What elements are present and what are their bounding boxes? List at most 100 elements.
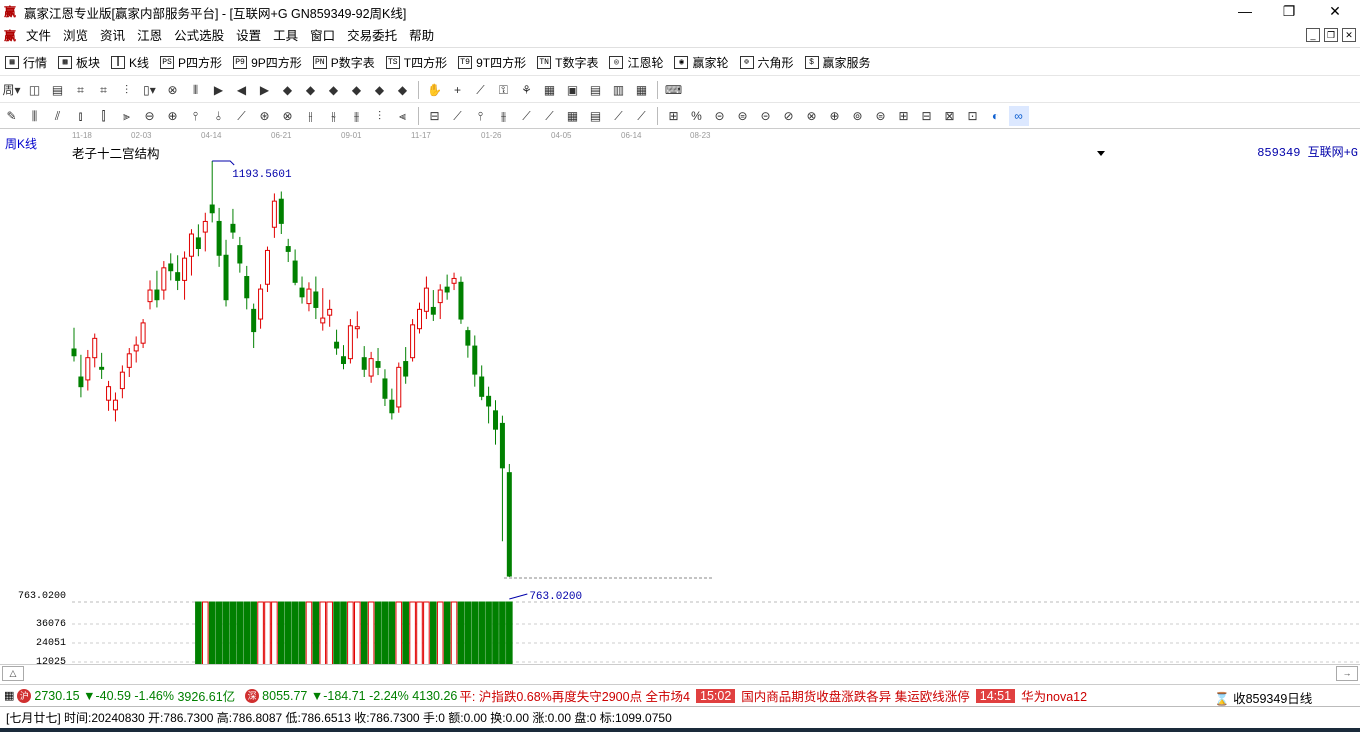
draw-tool-icon-14[interactable]: ⫳ bbox=[324, 106, 344, 126]
chart-tool-icon-13[interactable]: ◆ bbox=[301, 80, 321, 100]
draw-tool-icon-7[interactable]: ⊕ bbox=[163, 106, 183, 126]
draw-tool-icon-2[interactable]: ⫽ bbox=[48, 106, 68, 126]
draw-tool-icon-29[interactable]: % bbox=[687, 106, 707, 126]
draw-tool-icon-42[interactable]: ◐ bbox=[986, 106, 1006, 126]
chart-tool-icon-8[interactable]: ⫴ bbox=[186, 80, 206, 100]
draw-tool-icon-26[interactable]: ⟋ bbox=[609, 106, 629, 126]
chart-tool-icon-17[interactable]: ◆ bbox=[393, 80, 413, 100]
draw-tool-icon-38[interactable]: ⊞ bbox=[894, 106, 914, 126]
menu-settings[interactable]: 设置 bbox=[230, 24, 267, 48]
draw-tool-icon-18[interactable]: ⊟ bbox=[425, 106, 445, 126]
draw-tool-icon-1[interactable]: ⫼ bbox=[25, 106, 45, 126]
draw-tool-icon-24[interactable]: ▦ bbox=[563, 106, 583, 126]
toolbar-button-8[interactable]: TN T数字表 bbox=[532, 51, 604, 75]
chart-tool-icon-6[interactable]: ▯▾ bbox=[140, 80, 160, 100]
draw-tool-icon-9[interactable]: ⫰ bbox=[209, 106, 229, 126]
chart-tool-icon-20[interactable]: ⟋ bbox=[471, 80, 491, 100]
draw-tool-icon-16[interactable]: ⫶ bbox=[370, 106, 390, 126]
chart-tool-icon-5[interactable]: ⫶ bbox=[117, 80, 137, 100]
draw-tool-icon-13[interactable]: ⫲ bbox=[301, 106, 321, 126]
draw-tool-icon-40[interactable]: ⊠ bbox=[940, 106, 960, 126]
menu-tools[interactable]: 工具 bbox=[267, 24, 304, 48]
toolbar-button-4[interactable]: P9 9P四方形 bbox=[228, 51, 308, 75]
chart-tool-icon-24[interactable]: ▣ bbox=[563, 80, 583, 100]
toolbar-button-3[interactable]: PS P四方形 bbox=[155, 51, 228, 75]
minimize-button[interactable]: — bbox=[1222, 0, 1268, 24]
chart-tool-icon-10[interactable]: ◀ bbox=[232, 80, 252, 100]
menu-info[interactable]: 资讯 bbox=[94, 24, 131, 48]
mdi-restore-icon[interactable]: ❐ bbox=[1324, 28, 1338, 42]
toolbar-button-11[interactable]: ⊚ 六角形 bbox=[735, 51, 800, 75]
chart-tool-icon-16[interactable]: ◆ bbox=[370, 80, 390, 100]
chart-tool-icon-25[interactable]: ▤ bbox=[586, 80, 606, 100]
scroll-left-button[interactable]: △ bbox=[2, 666, 24, 681]
chart-tool-icon-15[interactable]: ◆ bbox=[347, 80, 367, 100]
calculator-icon[interactable]: ▦ bbox=[4, 689, 14, 702]
menu-app-icon[interactable]: 赢 bbox=[4, 27, 16, 44]
toolbar-button-0[interactable]: ▦ 行情 bbox=[0, 51, 53, 75]
kline-chart-area[interactable]: 11-18 02-03 04-14 06-21 09-01 11-17 01-26 04-05… bbox=[0, 129, 1360, 682]
menu-trade[interactable]: 交易委托 bbox=[341, 24, 403, 48]
draw-tool-icon-39[interactable]: ⊟ bbox=[917, 106, 937, 126]
draw-tool-icon-25[interactable]: ▤ bbox=[586, 106, 606, 126]
draw-tool-icon-23[interactable]: ⟋ bbox=[540, 106, 560, 126]
draw-tool-icon-11[interactable]: ⊛ bbox=[255, 106, 275, 126]
toolbar-button-6[interactable]: TS T四方形 bbox=[381, 51, 453, 75]
draw-tool-icon-35[interactable]: ⊕ bbox=[825, 106, 845, 126]
chart-tool-icon-2[interactable]: ▤ bbox=[48, 80, 68, 100]
menu-file[interactable]: 文件 bbox=[20, 24, 57, 48]
news-ticker-item[interactable]: 平: 沪指跌0.68%再度失守2900点 全市场4 bbox=[459, 686, 690, 705]
menu-browse[interactable]: 浏览 bbox=[57, 24, 94, 48]
chart-tool-icon-9[interactable]: ▶ bbox=[209, 80, 229, 100]
chart-tool-icon-1[interactable]: ◫ bbox=[25, 80, 45, 100]
toolbar-button-9[interactable]: ◎ 江恩轮 bbox=[604, 51, 669, 75]
chart-tool-icon-18[interactable]: ✋ bbox=[425, 80, 445, 100]
menu-formula[interactable]: 公式选股 bbox=[168, 24, 230, 48]
draw-tool-icon-10[interactable]: ⟋ bbox=[232, 106, 252, 126]
toolbar-button-2[interactable]: ┃ K线 bbox=[106, 51, 155, 75]
draw-tool-icon-34[interactable]: ⊗ bbox=[802, 106, 822, 126]
chart-tool-icon-0[interactable]: 周▾ bbox=[2, 80, 22, 100]
scroll-right-button[interactable]: → bbox=[1336, 666, 1358, 681]
draw-tool-icon-41[interactable]: ⊡ bbox=[963, 106, 983, 126]
maximize-button[interactable]: ❐ bbox=[1266, 0, 1312, 24]
draw-tool-icon-21[interactable]: ⫵ bbox=[494, 106, 514, 126]
draw-tool-icon-22[interactable]: ⟋ bbox=[517, 106, 537, 126]
draw-tool-icon-6[interactable]: ⊖ bbox=[140, 106, 160, 126]
draw-tool-icon-36[interactable]: ⊚ bbox=[848, 106, 868, 126]
news-ticker-item[interactable]: 华为nova12 bbox=[1021, 686, 1087, 705]
chart-tool-icon-19[interactable]: + bbox=[448, 80, 468, 100]
menu-window[interactable]: 窗口 bbox=[304, 24, 341, 48]
chart-tool-icon-22[interactable]: ⚘ bbox=[517, 80, 537, 100]
close-daily-label[interactable]: ⌛ 收859349日线 bbox=[1212, 688, 1313, 706]
menu-help[interactable]: 帮助 bbox=[403, 24, 440, 48]
draw-tool-icon-37[interactable]: ⊜ bbox=[871, 106, 891, 126]
chart-tool-icon-7[interactable]: ⊗ bbox=[163, 80, 183, 100]
chart-tool-icon-26[interactable]: ▥ bbox=[609, 80, 629, 100]
close-button[interactable]: ✕ bbox=[1312, 0, 1358, 24]
draw-tool-icon-20[interactable]: ⫯ bbox=[471, 106, 491, 126]
mdi-minimize-icon[interactable]: _ bbox=[1306, 28, 1320, 42]
chart-tool-icon-21[interactable]: ⚿ bbox=[494, 80, 514, 100]
toolbar-button-12[interactable]: $ 赢家服务 bbox=[800, 51, 877, 75]
mdi-close-icon[interactable]: ✕ bbox=[1342, 28, 1356, 42]
draw-tool-icon-27[interactable]: ⟋ bbox=[632, 106, 652, 126]
draw-tool-icon-12[interactable]: ⊗ bbox=[278, 106, 298, 126]
draw-tool-icon-5[interactable]: ⫸ bbox=[117, 106, 137, 126]
chart-tool-icon-23[interactable]: ▦ bbox=[540, 80, 560, 100]
draw-tool-icon-31[interactable]: ⊜ bbox=[733, 106, 753, 126]
draw-tool-icon-17[interactable]: ⫷ bbox=[393, 106, 413, 126]
draw-tool-icon-8[interactable]: ⫯ bbox=[186, 106, 206, 126]
draw-tool-icon-33[interactable]: ⊘ bbox=[779, 106, 799, 126]
draw-tool-icon-30[interactable]: ⊝ bbox=[710, 106, 730, 126]
draw-tool-icon-32[interactable]: ⊝ bbox=[756, 106, 776, 126]
toolbar-button-5[interactable]: PN P数字表 bbox=[308, 51, 381, 75]
chart-tool-icon-4[interactable]: ⌗ bbox=[94, 80, 114, 100]
menu-gann[interactable]: 江恩 bbox=[131, 24, 168, 48]
draw-tool-icon-3[interactable]: ⫾ bbox=[71, 106, 91, 126]
chart-tool-icon-27[interactable]: ▦ bbox=[632, 80, 652, 100]
toolbar-button-1[interactable]: ▩ 板块 bbox=[53, 51, 106, 75]
news-ticker-item[interactable]: 国内商品期货收盘涨跌各异 集运欧线涨停 bbox=[741, 686, 969, 705]
draw-tool-icon-4[interactable]: ⫿ bbox=[94, 106, 114, 126]
toolbar-button-7[interactable]: T9 9T四方形 bbox=[453, 51, 532, 75]
